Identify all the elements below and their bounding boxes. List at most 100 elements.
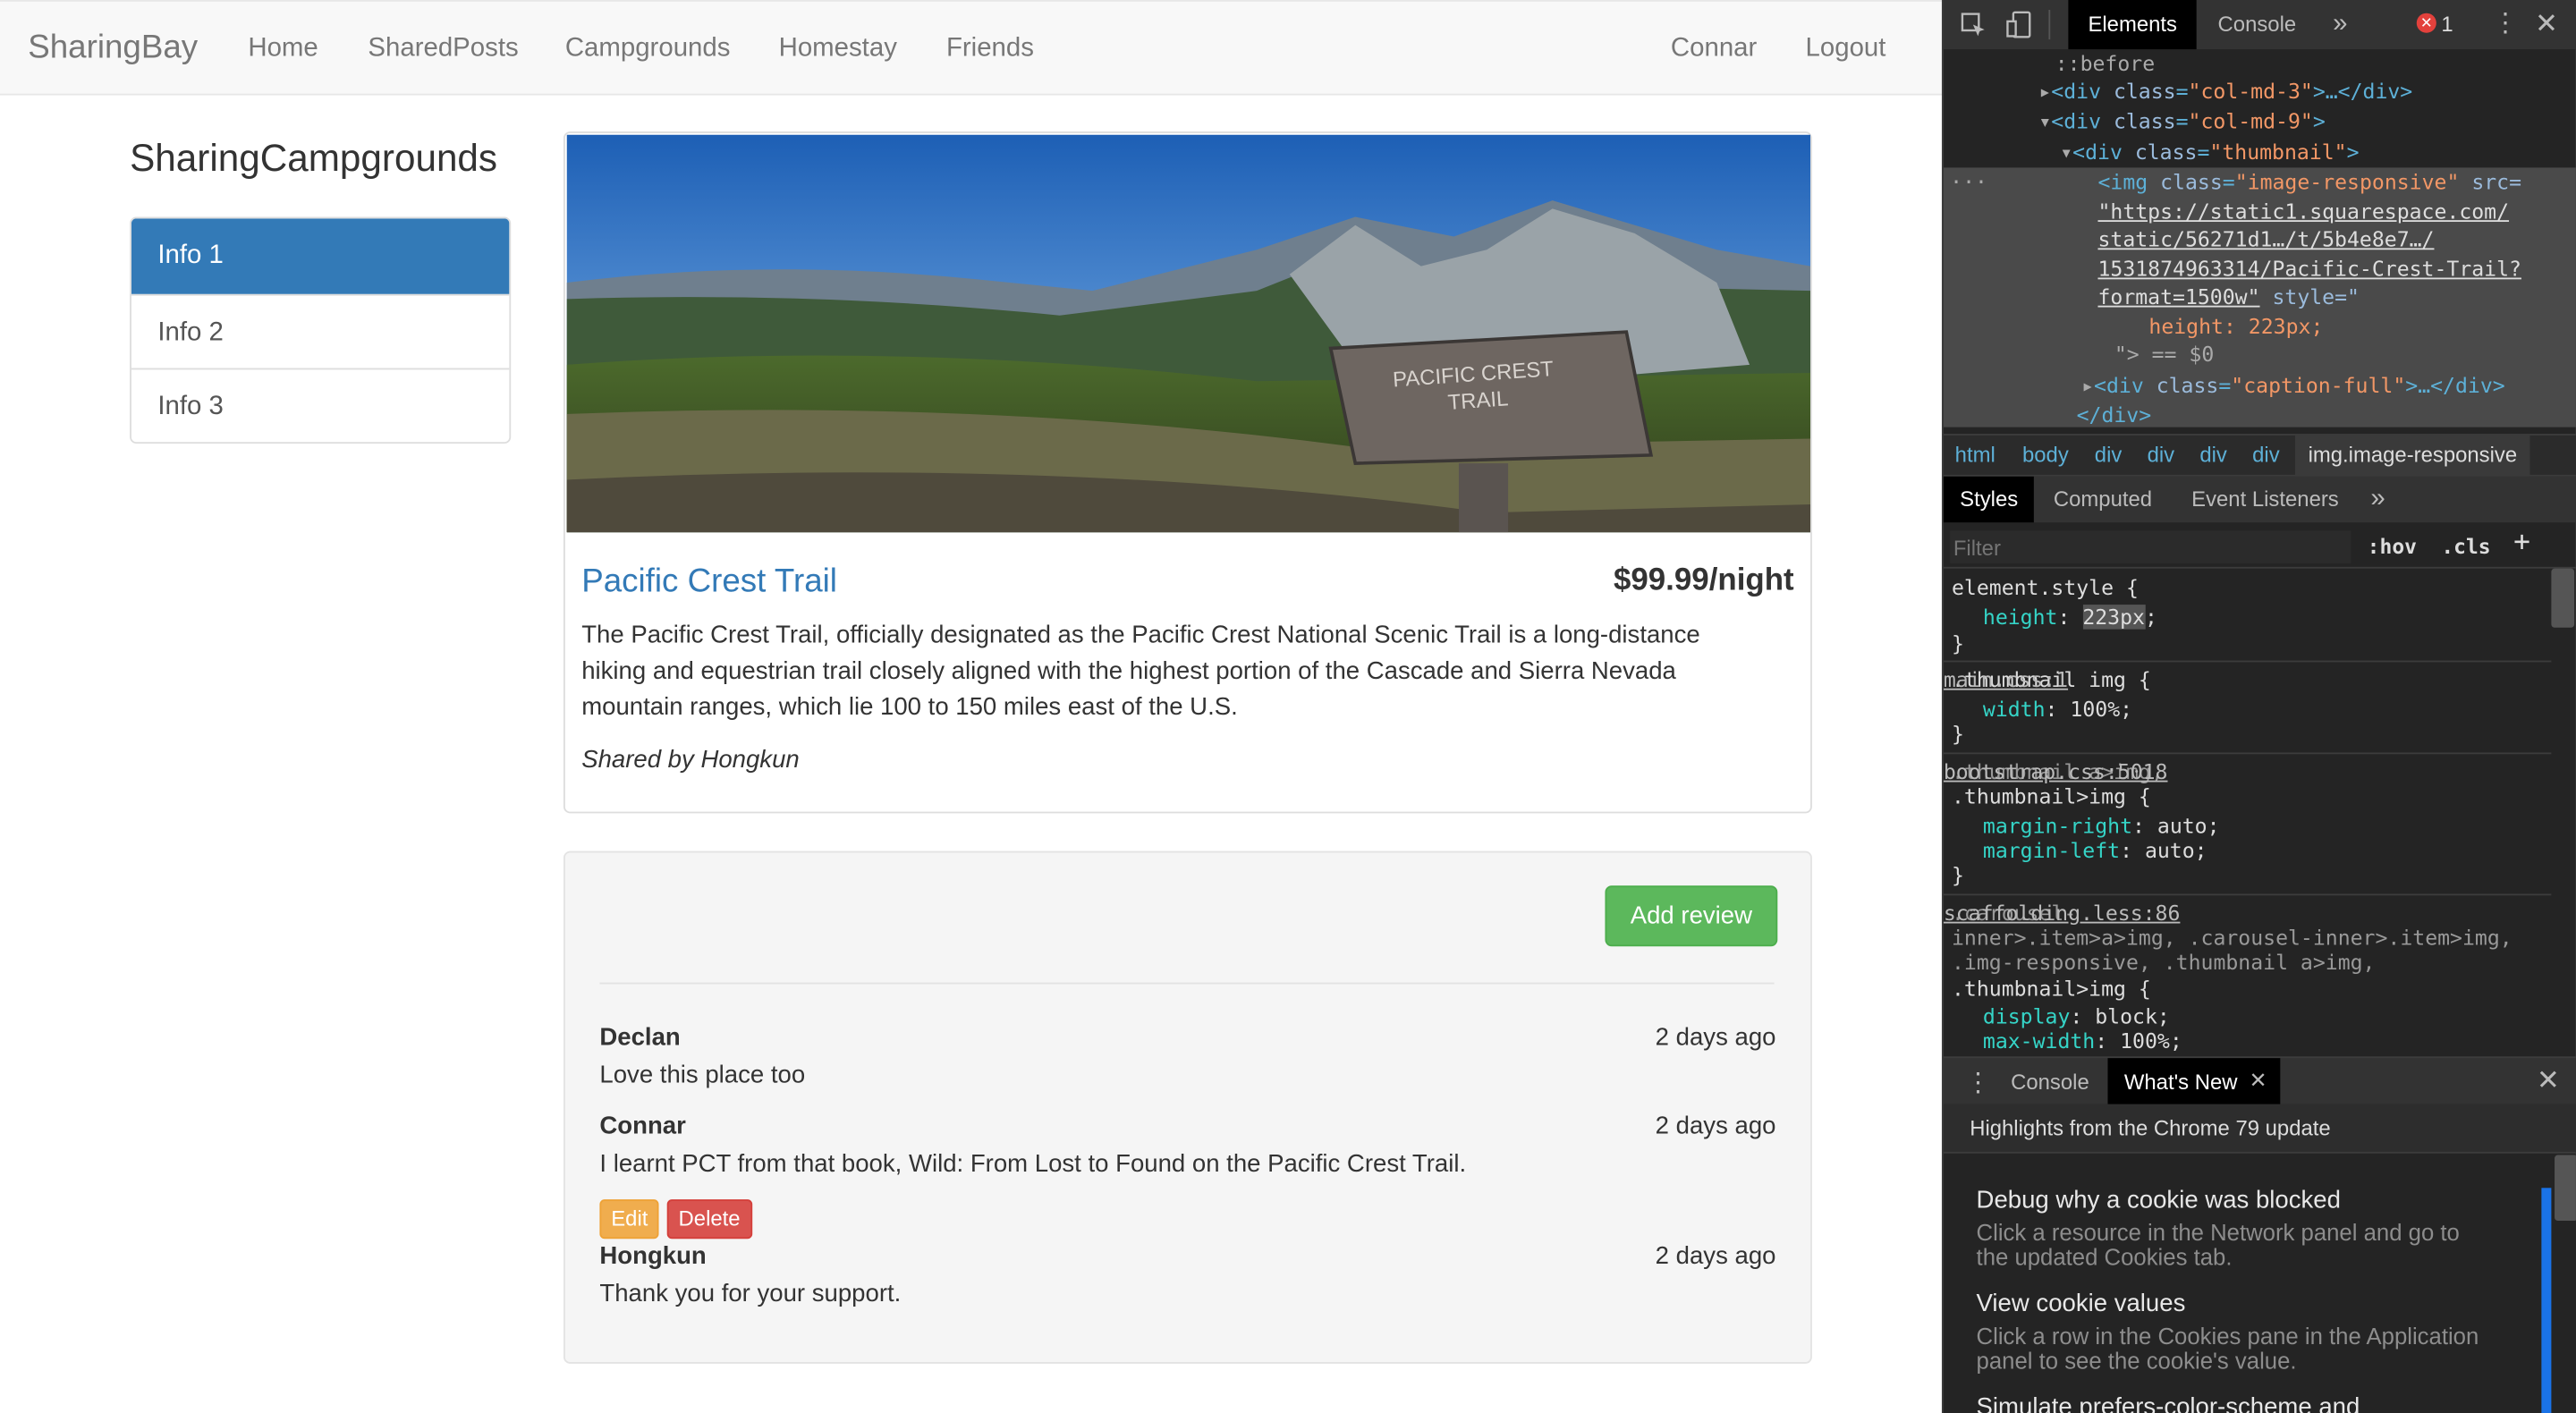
more-style-tabs-icon[interactable]: » — [2370, 477, 2385, 522]
dom-line[interactable]: "https://static1.squarespace.com/ — [2097, 197, 2509, 226]
whats-new-item-title[interactable]: View cookie values — [1977, 1290, 2186, 1317]
dom-line[interactable]: ▸<div class="caption-full">…</div> — [2081, 371, 2505, 401]
campground-photo: PACIFIC CREST TRAIL — [566, 134, 1811, 533]
rule-divider — [1943, 660, 2552, 663]
review-text: Love this place too — [599, 1061, 806, 1090]
sidebar-item-info-2[interactable]: Info 2 — [131, 293, 510, 368]
whats-new-highlights: Highlights from the Chrome 79 update — [1970, 1115, 2331, 1141]
dom-ellipsis-icon[interactable]: ··· — [1950, 167, 1987, 197]
hover-state-toggle[interactable]: :hov — [2368, 534, 2417, 559]
error-icon[interactable]: ✕ — [2416, 13, 2436, 33]
edit-review-button[interactable]: Edit — [599, 1199, 660, 1240]
review-author: Declan — [599, 1023, 681, 1052]
styles-scrollbar[interactable] — [2551, 568, 2575, 628]
delete-review-button[interactable]: Delete — [666, 1199, 752, 1240]
breadcrumb-item[interactable]: div — [2095, 442, 2123, 467]
style-rule-close: } — [1951, 630, 1964, 656]
brand-link[interactable]: SharingBay — [28, 30, 198, 67]
dom-line[interactable]: ▾<div class="thumbnail"> — [2060, 138, 2359, 167]
review-time: 2 days ago — [1655, 1023, 1776, 1052]
dom-line[interactable]: height: 223px; — [2148, 312, 2323, 342]
dom-line[interactable]: "> == $0 — [2114, 340, 2214, 369]
campground-name-link[interactable]: Pacific Crest Trail — [581, 563, 837, 601]
review-time: 2 days ago — [1655, 1241, 1776, 1271]
nav-friends-link[interactable]: Friends — [946, 35, 1034, 64]
breadcrumb-item[interactable]: div — [2148, 442, 2175, 467]
reviews-divider — [599, 982, 1775, 985]
sign-line-2: TRAIL — [1447, 386, 1509, 415]
dom-line[interactable]: ▾<div class="col-md-9"> — [2038, 106, 2325, 136]
tab-styles[interactable]: Styles — [1943, 476, 2035, 523]
breadcrumb-item-selected[interactable]: img.image-responsive — [2294, 434, 2530, 477]
whats-new-item-title[interactable]: Debug why a cookie was blocked — [1977, 1186, 2341, 1214]
whats-new-scrollbar[interactable] — [2555, 1155, 2576, 1222]
dom-line[interactable]: 1531874963314/Pacific-Crest-Trail? — [2097, 255, 2521, 284]
breadcrumb-item[interactable]: div — [2252, 442, 2280, 467]
sidebar-title: SharingCampgrounds — [130, 136, 498, 180]
tab-console[interactable]: Console — [2218, 0, 2297, 49]
style-declaration[interactable]: margin-left: auto; — [1983, 836, 2207, 866]
style-rule-selector[interactable]: element.style { — [1952, 573, 2139, 603]
style-source-link[interactable]: main.css:1 — [1944, 665, 2522, 695]
breadcrumb-item[interactable]: div — [2199, 442, 2227, 467]
nav-logout-link[interactable]: Logout — [1806, 35, 1886, 64]
breadcrumb-item[interactable]: body — [2022, 442, 2069, 467]
whats-new-list: Debug why a cookie was blocked Click a r… — [1943, 1155, 2576, 1413]
whats-new-item-desc: Click a resource in the Network panel an… — [1976, 1219, 2460, 1271]
nav-user-link[interactable]: Connar — [1671, 35, 1757, 64]
close-drawer-icon[interactable]: ✕ — [2537, 1065, 2560, 1098]
devtools-toolbar: Elements Console » ✕ 1 ⋮ ✕ — [1943, 0, 2576, 50]
drawer-tabbar: ⋮ Console What's New ✕ ✕ — [1943, 1056, 2576, 1106]
style-rule-selector[interactable]: .thumbnail>img { — [1952, 974, 2151, 1003]
drawer-menu-icon[interactable]: ⋮ — [1965, 1066, 1991, 1099]
review-author: Connar — [599, 1112, 686, 1141]
dom-line[interactable]: </div> — [2077, 401, 2152, 430]
nav-home-link[interactable]: Home — [248, 35, 318, 64]
dom-line[interactable]: ::before — [2055, 49, 2155, 79]
class-toggle[interactable]: .cls — [2441, 534, 2490, 559]
nav-homestay-link[interactable]: Homestay — [779, 35, 897, 64]
nav-sharedposts-link[interactable]: SharedPosts — [368, 35, 518, 64]
review-text: I learnt PCT from that book, Wild: From … — [599, 1150, 1467, 1179]
toolbar-divider — [2048, 10, 2051, 40]
close-devtools-icon[interactable]: ✕ — [2535, 8, 2558, 41]
styles-filter-input[interactable] — [1950, 530, 2351, 564]
sidebar-item-info-3[interactable]: Info 3 — [131, 368, 510, 443]
tab-elements[interactable]: Elements — [2068, 0, 2198, 50]
more-tabs-icon[interactable]: » — [2333, 0, 2347, 49]
dom-line[interactable]: format=1500w" style=" — [2097, 283, 2359, 312]
close-tab-icon[interactable]: ✕ — [2249, 1068, 2267, 1094]
sidebar-item-info-1[interactable]: Info 1 — [131, 218, 510, 294]
devtools-panel: Elements Console » ✕ 1 ⋮ ✕ ::before ▸<di… — [1941, 0, 2576, 1413]
reviews-panel: Add review Declan 2 days ago Love this p… — [563, 850, 1812, 1364]
whats-new-scroll-accent — [2541, 1188, 2552, 1413]
rule-divider — [1943, 893, 2552, 896]
dom-line[interactable]: <img class="image-responsive" src= — [2097, 167, 2521, 197]
style-rule-selector[interactable]: .img-responsive, .thumbnail a>img, — [1952, 948, 2375, 977]
style-declaration[interactable]: width: 100%; — [1983, 695, 2132, 724]
tab-event-listeners[interactable]: Event Listeners — [2191, 477, 2339, 522]
campground-thumbnail: PACIFIC CREST TRAIL Pacific Crest Trail … — [563, 131, 1812, 814]
whats-new-header: Highlights from the Chrome 79 update — [1943, 1104, 2576, 1154]
device-toolbar-icon[interactable] — [2006, 10, 2032, 39]
dom-line[interactable]: static/56271d1…/t/5b4e8e7…/ — [2097, 225, 2434, 255]
tab-computed[interactable]: Computed — [2054, 477, 2152, 522]
breadcrumb-item[interactable]: html — [1955, 442, 1996, 467]
whats-new-item-title[interactable]: Simulate prefers-color-scheme and — [1977, 1393, 2360, 1413]
navbar: SharingBay Home SharedPosts Campgrounds … — [0, 0, 1942, 96]
dom-tree: ::before ▸<div class="col-md-3">…</div> … — [1943, 49, 2576, 430]
nav-campgrounds-link[interactable]: Campgrounds — [565, 35, 731, 64]
kebab-menu-icon[interactable]: ⋮ — [2492, 6, 2518, 39]
review-time: 2 days ago — [1655, 1112, 1776, 1141]
style-declaration[interactable]: height: 223px; — [1983, 603, 2157, 632]
whats-new-item-desc: Click a row in the Cookies pane in the A… — [1976, 1322, 2479, 1374]
drawer-tab-console[interactable]: Console — [2011, 1058, 2089, 1105]
styles-filter-bar: :hov .cls + — [1943, 526, 2576, 569]
inspect-element-icon[interactable] — [1960, 12, 1986, 38]
dom-line[interactable]: ▸<div class="col-md-3">…</div> — [2038, 77, 2412, 106]
style-rule-selector[interactable]: .thumbnail>img { — [1952, 783, 2151, 812]
add-review-button[interactable]: Add review — [1605, 885, 1778, 947]
rule-divider — [1943, 752, 2552, 755]
add-rule-icon[interactable]: + — [2513, 526, 2530, 559]
style-declaration[interactable]: max-width: 100%; — [1983, 1027, 2182, 1056]
